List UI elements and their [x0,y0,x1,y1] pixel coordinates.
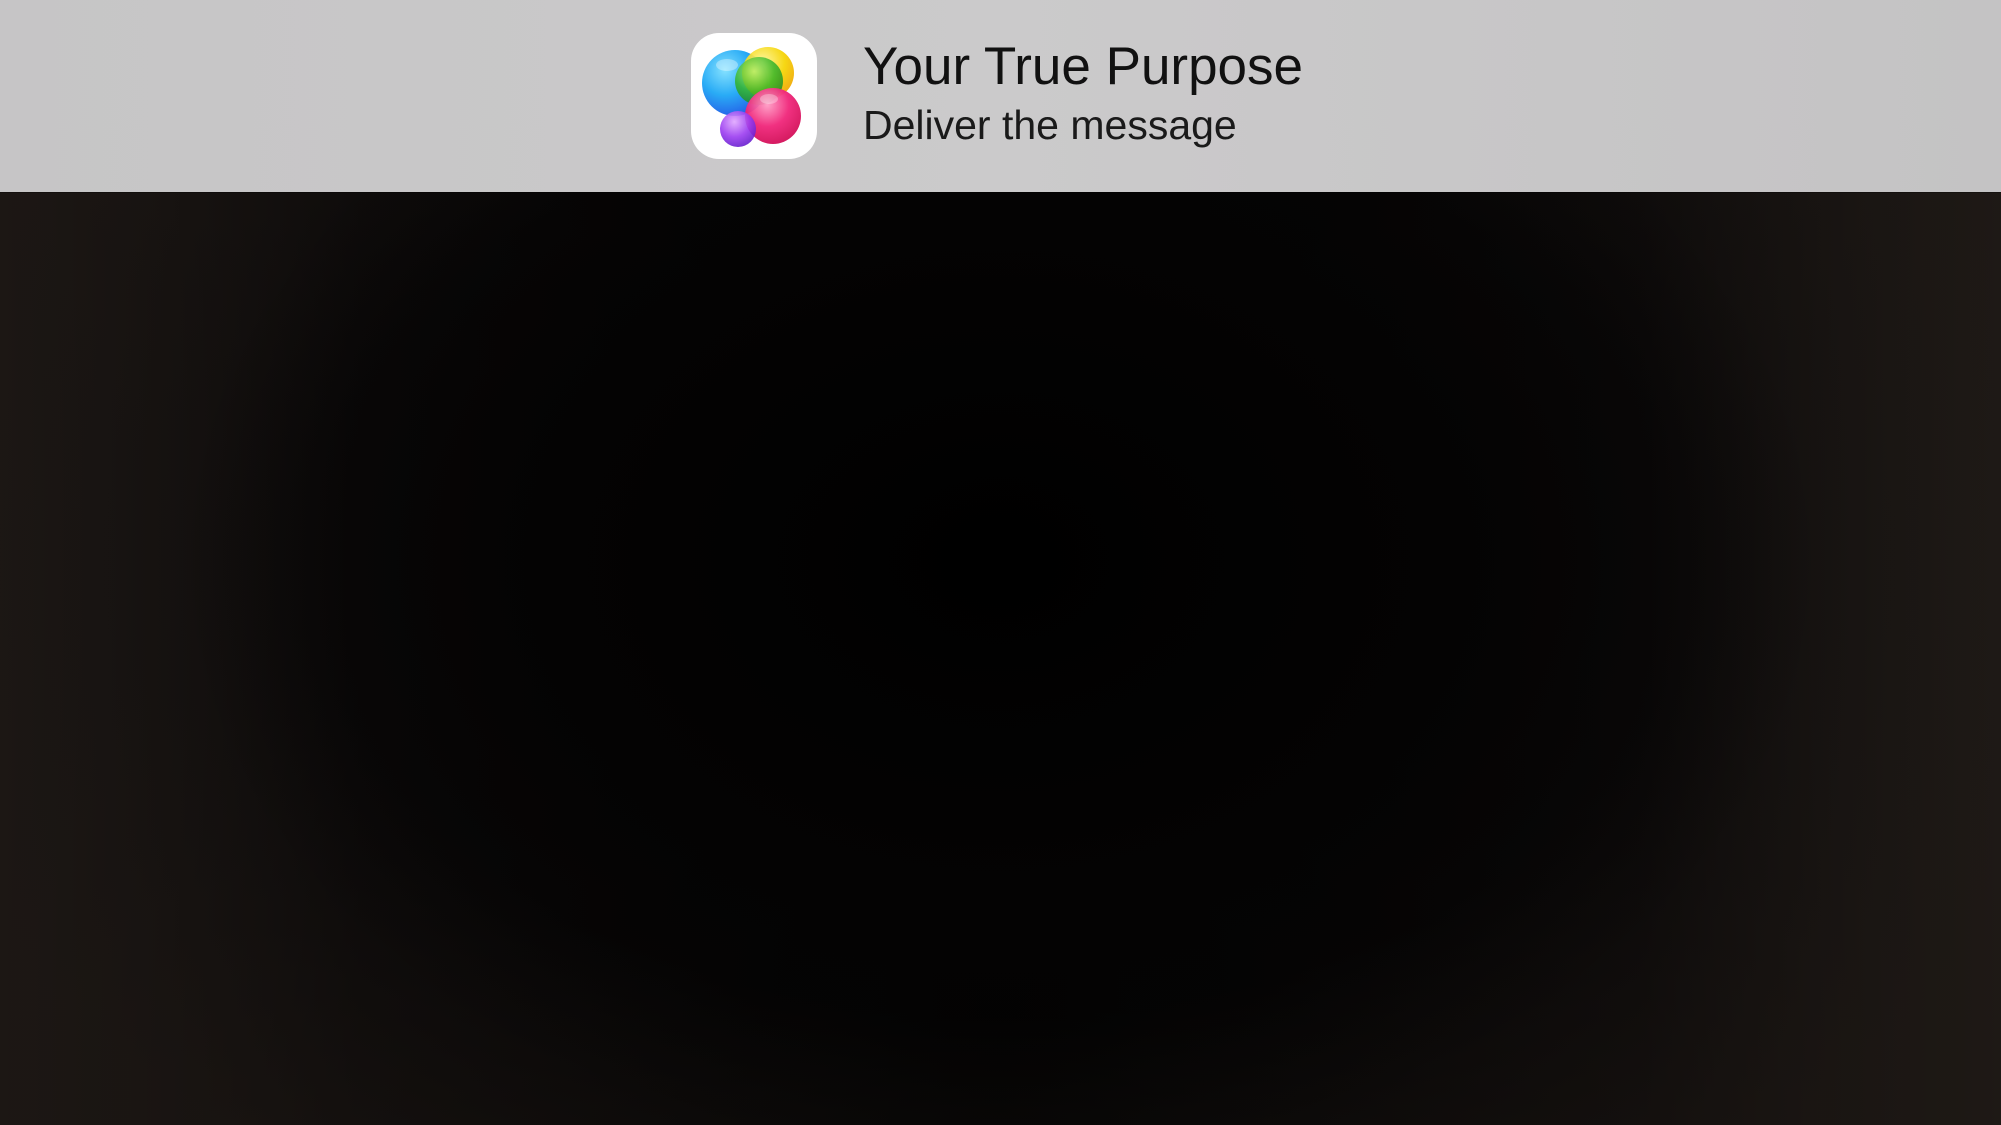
notification-title: Your True Purpose [863,37,1303,96]
notification-message: Deliver the message [863,102,1237,148]
notification-content: Your True Purpose Deliver the message [863,34,1763,164]
notification-banner[interactable]: Your True Purpose Deliver the message [0,0,2001,192]
game-center-icon [691,33,817,159]
